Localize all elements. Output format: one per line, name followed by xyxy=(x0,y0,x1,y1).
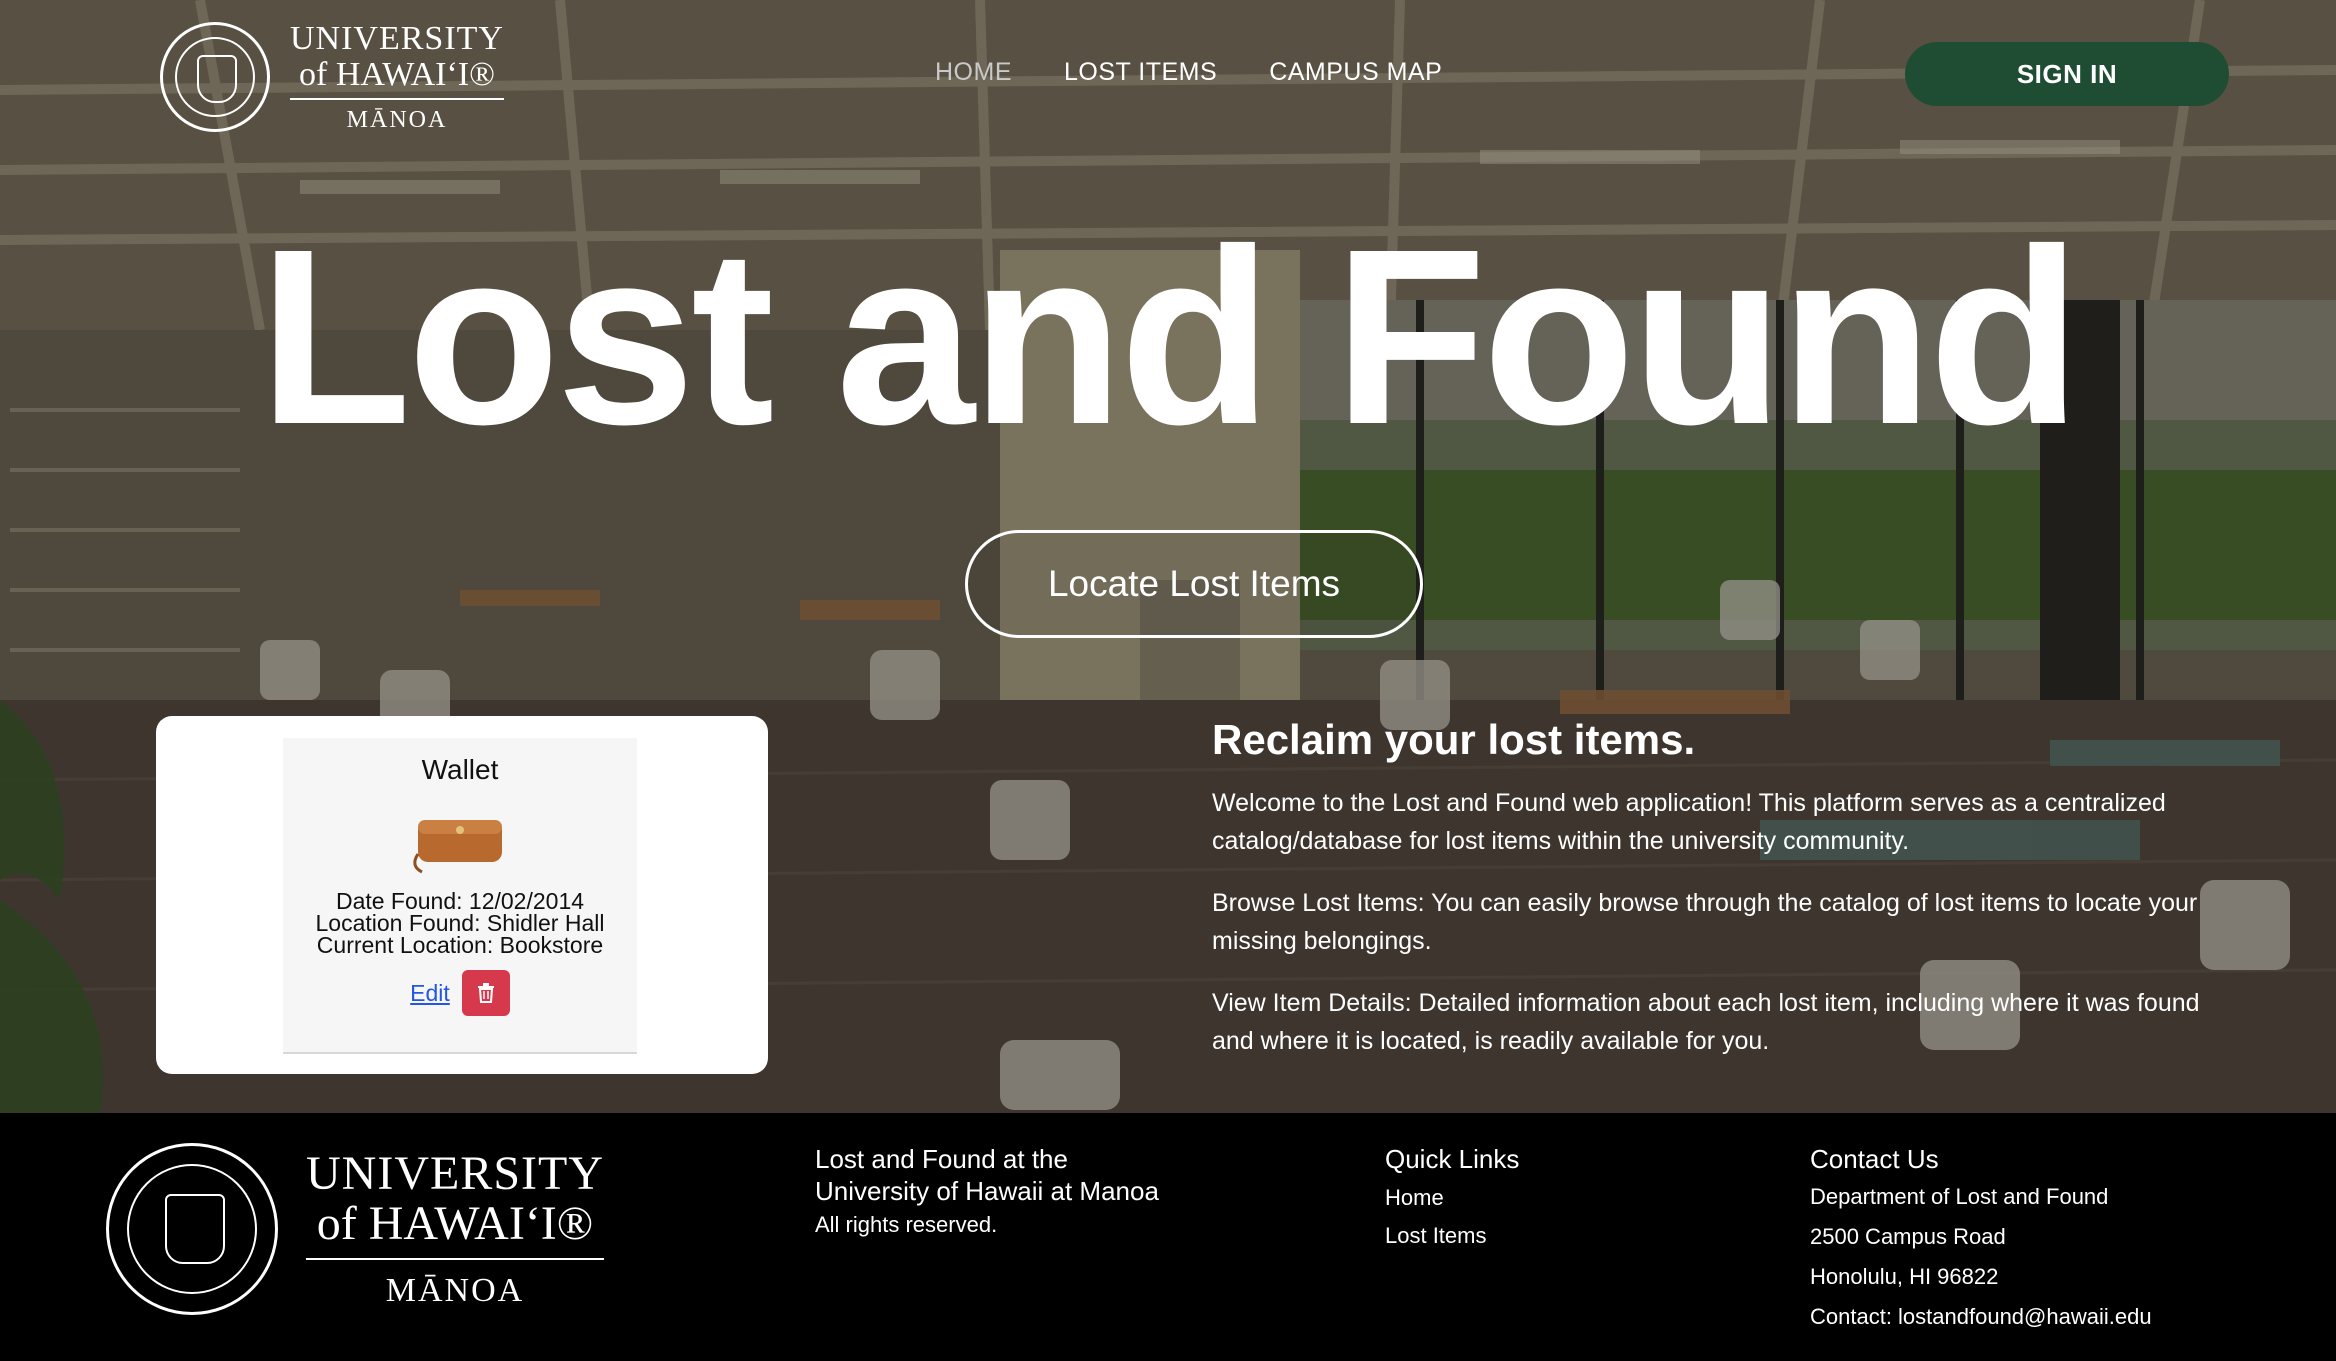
hero-title: Lost and Found xyxy=(258,197,2082,476)
footer-link-lost-items[interactable]: Lost Items xyxy=(1385,1217,1519,1255)
nav-lost-items[interactable]: LOST ITEMS xyxy=(1064,58,1217,87)
university-wordmark: UNIVERSITY of HAWAIʻI® MĀNOA xyxy=(290,20,504,133)
main-nav: HOME LOST ITEMS CAMPUS MAP xyxy=(935,58,1442,87)
item-card: Wallet Date Found: 12/02/2014 Location F… xyxy=(283,738,637,1054)
footer-wordmark: UNIVERSITY of HAWAIʻI® MĀNOA xyxy=(306,1147,604,1309)
footer-about-title-line1: Lost and Found at the xyxy=(815,1144,1068,1174)
footer-quick-links-title: Quick Links xyxy=(1385,1144,1520,1174)
edit-item-link[interactable]: Edit xyxy=(410,980,450,1007)
footer-contact: Contact Us Department of Lost and Found … xyxy=(1810,1143,2152,1337)
university-seal-icon xyxy=(106,1143,278,1315)
hero-section: UNIVERSITY of HAWAIʻI® MĀNOA HOME LOST I… xyxy=(0,0,2336,1113)
item-name: Wallet xyxy=(421,754,499,785)
footer: UNIVERSITY of HAWAIʻI® MĀNOA Lost and Fo… xyxy=(0,1113,2336,1361)
university-logo[interactable]: UNIVERSITY of HAWAIʻI® MĀNOA xyxy=(160,22,504,132)
sign-in-button[interactable]: SIGN IN xyxy=(1905,42,2229,106)
footer-about-title-line2: University of Hawaii at Manoa xyxy=(815,1176,1159,1206)
featured-item-panel: Wallet Date Found: 12/02/2014 Location F… xyxy=(156,716,768,1074)
delete-item-button[interactable] xyxy=(461,970,510,1016)
item-location-found: Location Found: Shidler Hall xyxy=(315,910,605,936)
footer-contact-street: 2500 Campus Road xyxy=(1810,1224,2006,1249)
footer-contact-department: Department of Lost and Found xyxy=(1810,1184,2109,1209)
item-details: Date Found: 12/02/2014 Location Found: S… xyxy=(283,888,637,958)
intro-paragraph-welcome: Welcome to the Lost and Found web applic… xyxy=(1212,789,2166,855)
footer-link-home[interactable]: Home xyxy=(1385,1179,1519,1217)
item-actions: Edit xyxy=(283,970,637,1016)
nav-home[interactable]: HOME xyxy=(935,58,1012,87)
university-seal-icon xyxy=(160,22,270,132)
intro-paragraph-browse: Browse Lost Items: You can easily browse… xyxy=(1212,889,2198,955)
wallet-image xyxy=(413,820,502,874)
footer-contact-title: Contact Us xyxy=(1810,1144,1939,1174)
item-date-found: Date Found: 12/02/2014 xyxy=(335,888,585,914)
locate-lost-items-button[interactable]: Locate Lost Items xyxy=(965,530,1423,638)
footer-quick-links: Quick Links Home Lost Items xyxy=(1385,1143,1519,1255)
nav-campus-map[interactable]: CAMPUS MAP xyxy=(1269,58,1442,87)
footer-rights: All rights reserved. xyxy=(815,1212,998,1237)
footer-contact-city: Honolulu, HI 96822 xyxy=(1810,1264,1999,1289)
item-current-location: Current Location: Bookstore xyxy=(316,932,604,958)
intro-heading: Reclaim your lost items. xyxy=(1212,716,1696,763)
footer-contact-email: Contact: lostandfound@hawaii.edu xyxy=(1810,1304,2152,1329)
intro-section: Reclaim your lost items. Welcome to the … xyxy=(1212,716,2222,1084)
intro-paragraph-details: View Item Details: Detailed information … xyxy=(1212,989,2200,1055)
footer-about: Lost and Found at the University of Hawa… xyxy=(815,1143,1159,1241)
trash-icon xyxy=(477,983,494,1003)
footer-university-logo[interactable]: UNIVERSITY of HAWAIʻI® MĀNOA xyxy=(106,1143,604,1315)
